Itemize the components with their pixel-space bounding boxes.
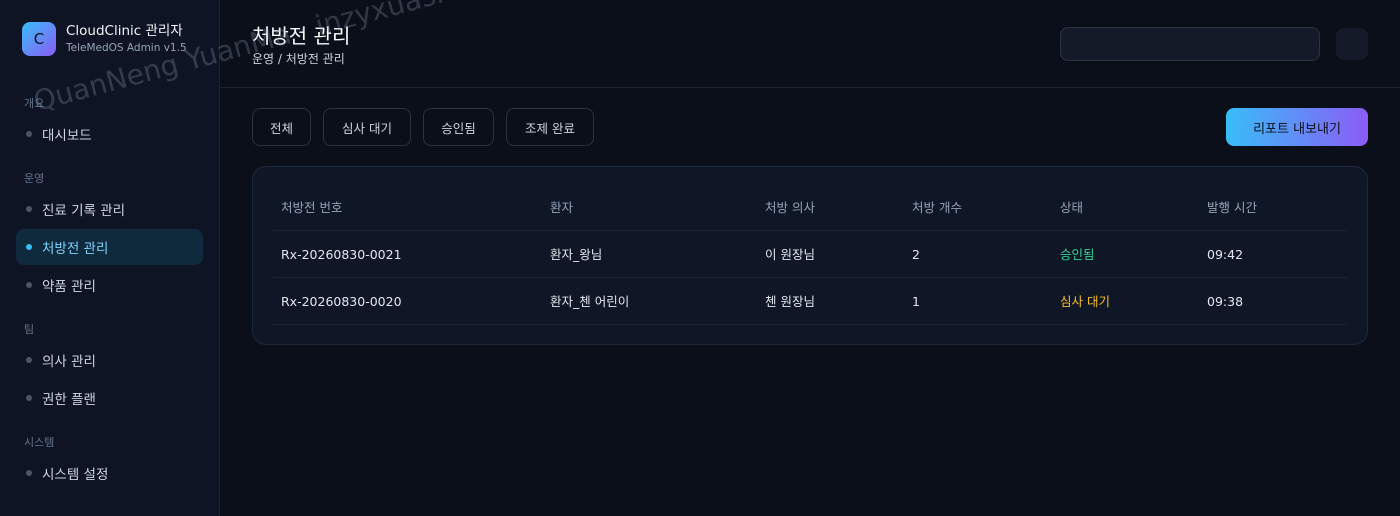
sidebar-item-label: 진료 기록 관리 <box>42 203 126 219</box>
prescription-number: Rx-20260830-0021 <box>281 247 402 262</box>
filter-all-button[interactable]: 전체 <box>252 108 311 146</box>
page-title: 처방전 관리 <box>252 24 351 48</box>
sidebar-item-permission-plans[interactable]: 권한 플랜 <box>16 380 203 416</box>
bullet-icon <box>26 395 32 401</box>
export-report-button[interactable]: 리포트 내보내기 <box>1226 108 1368 146</box>
nav-section-team: 팀 <box>24 323 35 336</box>
filter-pending-review-button[interactable]: 심사 대기 <box>323 108 411 146</box>
sidebar-item-dashboard[interactable]: 대시보드 <box>16 116 203 152</box>
column-header: 환자 <box>550 200 574 215</box>
table-row[interactable]: Rx-20260830-0020 환자_첸 어린이 첸 원장님 1 심사 대기 … <box>273 278 1347 325</box>
patient-name: 환자_왕님 <box>550 247 603 262</box>
prescriptions-table-card: 처방전 번호 환자 처방 의사 처방 개수 상태 발행 시간 Rx-202608… <box>252 166 1368 345</box>
nav-section-system: 시스템 <box>24 436 55 449</box>
column-header: 상태 <box>1060 200 1084 215</box>
sidebar-item-label: 권한 플랜 <box>42 392 96 408</box>
sidebar-item-medications[interactable]: 약품 관리 <box>16 267 203 303</box>
page-header: 처방전 관리 운영 / 처방전 관리 <box>220 0 1400 88</box>
sidebar-item-label: 의사 관리 <box>42 354 96 370</box>
bullet-icon <box>26 131 32 137</box>
column-header: 발행 시간 <box>1207 200 1257 215</box>
sidebar: C CloudClinic 관리자 TeleMedOS Admin v1.5 개… <box>0 0 220 516</box>
bullet-icon <box>26 470 32 476</box>
nav-section-operations: 운영 <box>24 172 45 185</box>
column-header: 처방 의사 <box>765 200 815 215</box>
bullet-icon <box>26 244 32 250</box>
brand: C CloudClinic 관리자 TeleMedOS Admin v1.5 <box>22 22 187 56</box>
sidebar-item-label: 처방전 관리 <box>42 241 109 257</box>
sidebar-item-label: 시스템 설정 <box>42 467 109 483</box>
doctor-name: 이 원장님 <box>765 247 815 262</box>
search-input[interactable] <box>1060 27 1320 61</box>
table-row[interactable]: Rx-20260830-0021 환자_왕님 이 원장님 2 승인됨 09:42 <box>273 231 1347 278</box>
prescription-count: 2 <box>912 247 920 262</box>
header-action-icon[interactable] <box>1336 28 1368 60</box>
table-header: 처방전 번호 환자 처방 의사 처방 개수 상태 발행 시간 <box>273 184 1347 231</box>
doctor-name: 첸 원장님 <box>765 294 815 309</box>
main-content: 처방전 관리 운영 / 처방전 관리 전체 심사 대기 승인됨 조제 완료 리포… <box>220 0 1400 516</box>
breadcrumb: 운영 / 처방전 관리 <box>252 52 345 66</box>
sidebar-item-label: 약품 관리 <box>42 279 96 295</box>
column-header: 처방전 번호 <box>281 200 343 215</box>
filter-approved-button[interactable]: 승인됨 <box>423 108 494 146</box>
brand-title: CloudClinic 관리자 <box>66 23 183 39</box>
bullet-icon <box>26 282 32 288</box>
filter-dispensed-button[interactable]: 조제 완료 <box>506 108 594 146</box>
prescription-count: 1 <box>912 294 920 309</box>
bullet-icon <box>26 357 32 363</box>
column-header: 처방 개수 <box>912 200 962 215</box>
prescription-number: Rx-20260830-0020 <box>281 294 402 309</box>
issued-time: 09:42 <box>1207 247 1244 262</box>
bullet-icon <box>26 206 32 212</box>
sidebar-item-label: 대시보드 <box>42 128 92 144</box>
app-logo: C <box>22 22 56 56</box>
sidebar-item-system-settings[interactable]: 시스템 설정 <box>16 455 203 491</box>
sidebar-item-prescriptions[interactable]: 처방전 관리 <box>16 229 203 265</box>
nav-section-overview: 개요 <box>24 97 45 110</box>
status-badge: 승인됨 <box>1060 247 1095 262</box>
patient-name: 환자_첸 어린이 <box>550 294 630 309</box>
status-badge: 심사 대기 <box>1060 294 1110 309</box>
sidebar-item-medical-records[interactable]: 진료 기록 관리 <box>16 191 203 227</box>
issued-time: 09:38 <box>1207 294 1244 309</box>
sidebar-item-doctors[interactable]: 의사 관리 <box>16 342 203 378</box>
brand-subtitle: TeleMedOS Admin v1.5 <box>66 42 187 54</box>
